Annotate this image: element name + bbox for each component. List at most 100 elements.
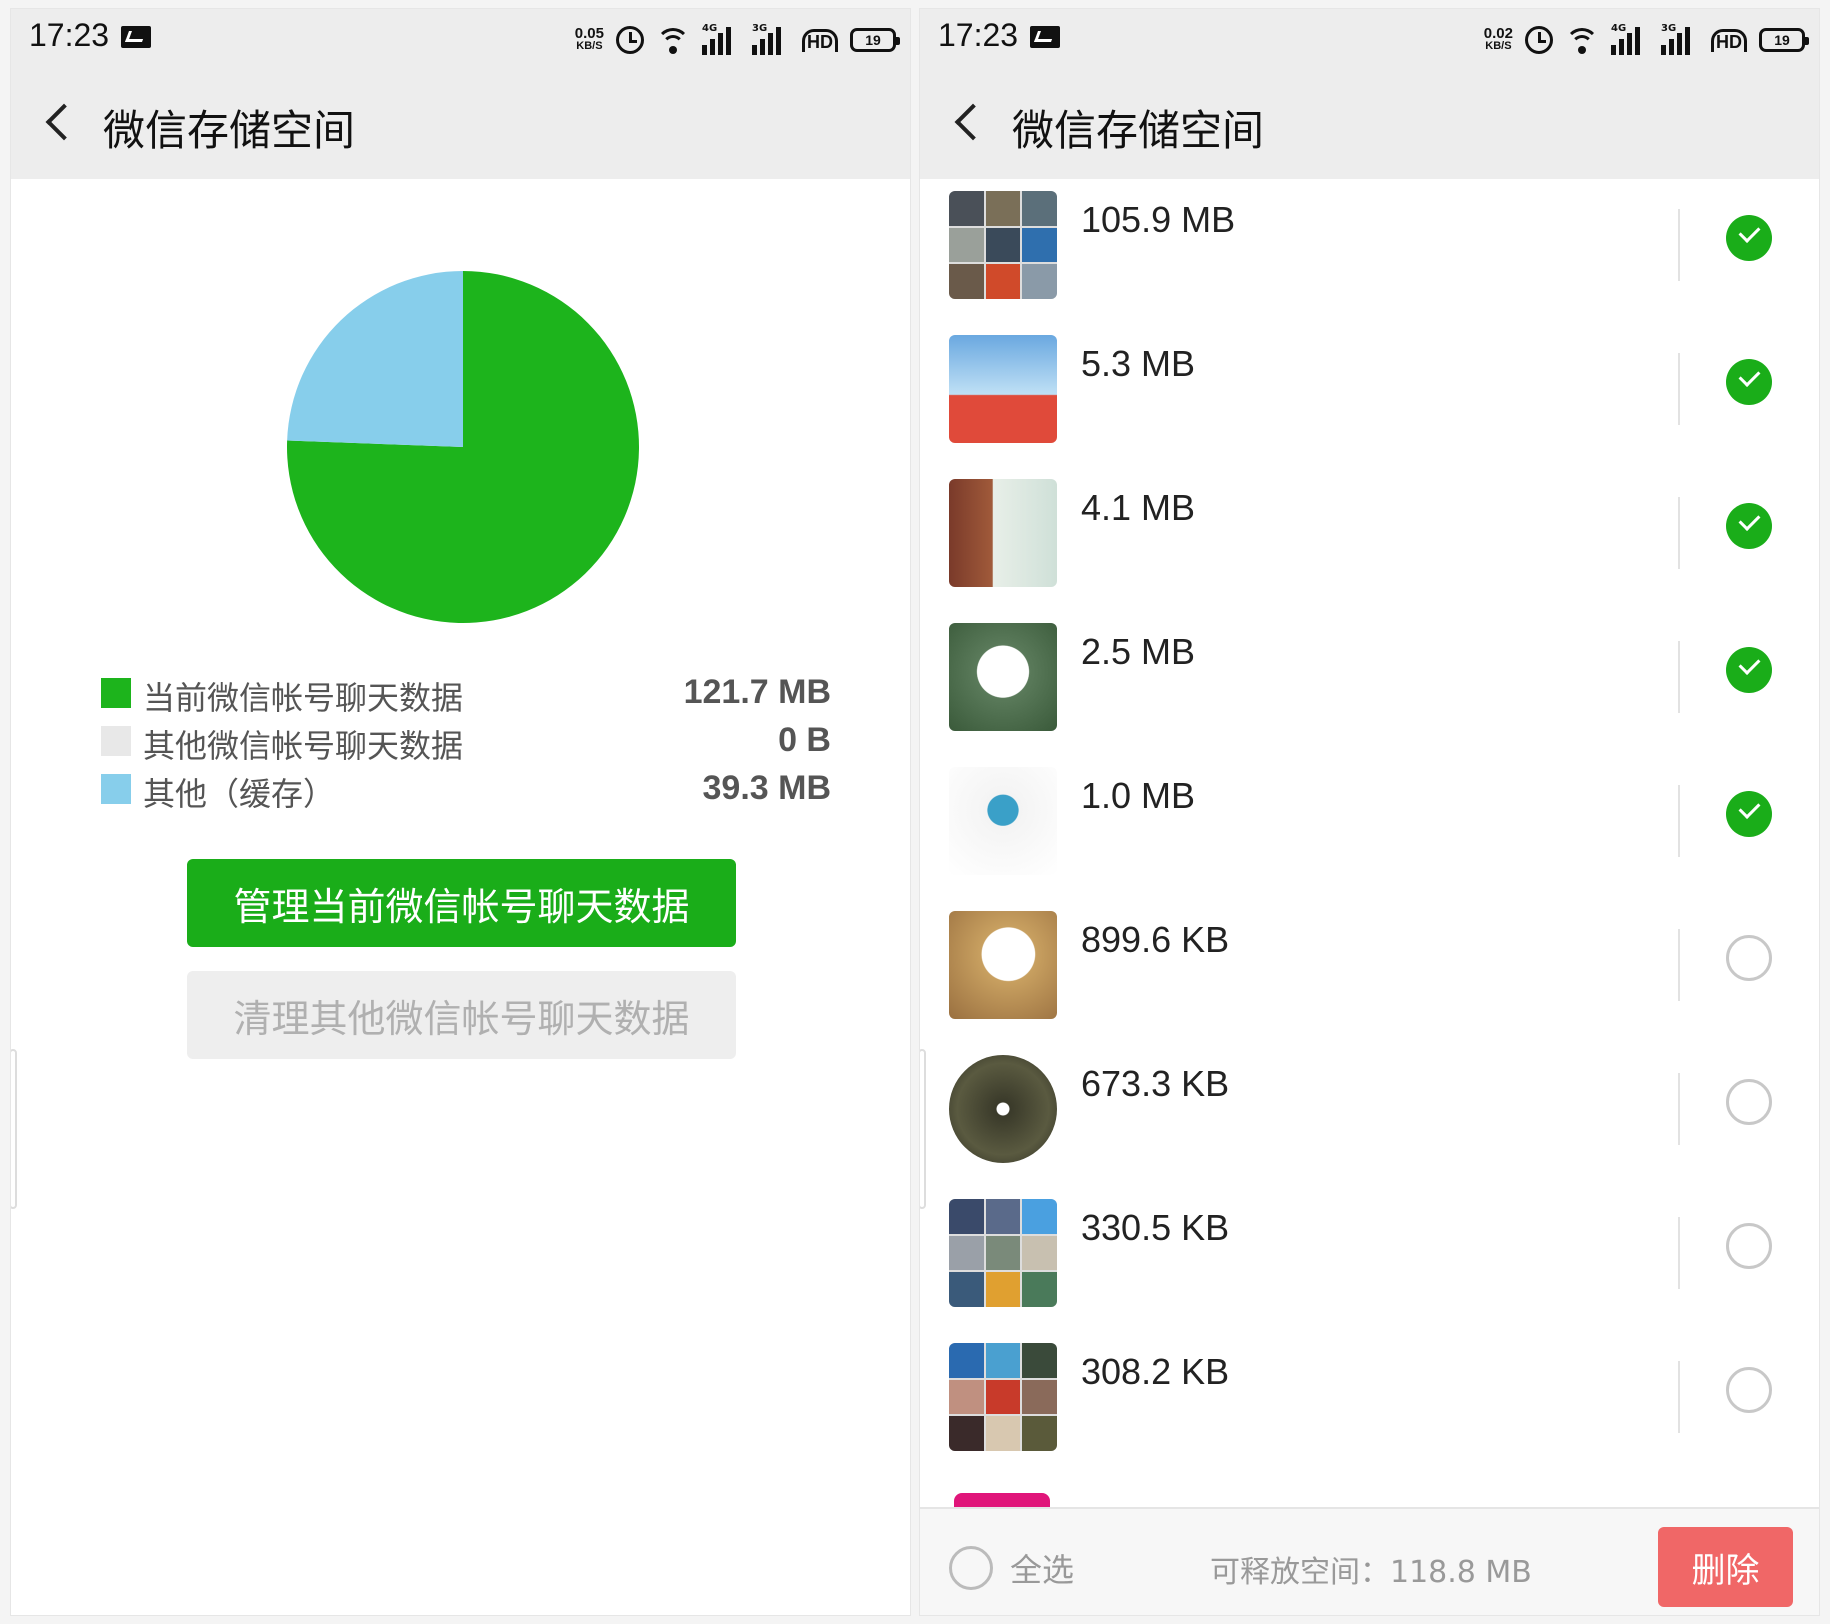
message-notification-icon xyxy=(121,26,151,48)
unchecked-circle-icon[interactable] xyxy=(1726,1079,1772,1125)
legend-swatch xyxy=(101,726,131,756)
contact-avatar xyxy=(949,767,1057,875)
network-speed-value: 0.02 xyxy=(1483,25,1513,42)
bottom-action-bar: 全选 可释放空间：118.8 MB 删除 xyxy=(920,1507,1819,1615)
checked-circle-icon[interactable] xyxy=(1726,791,1772,837)
contact-avatar xyxy=(949,479,1057,587)
back-arrow-icon[interactable] xyxy=(954,103,992,141)
edge-handle xyxy=(11,1049,17,1209)
divider xyxy=(1678,1361,1680,1433)
legend-value: 39.3 MB xyxy=(702,769,832,807)
pie-chart-svg xyxy=(287,271,639,623)
chat-item[interactable]: 2.5 MB xyxy=(920,611,1819,755)
signal-tag: 4G xyxy=(702,23,718,34)
releasable-space-label: 可释放空间：118.8 MB xyxy=(1210,1555,1532,1590)
divider xyxy=(1678,1217,1680,1289)
alarm-clock-icon xyxy=(1525,26,1553,54)
signal-tag: 3G xyxy=(1661,23,1677,34)
group-avatar xyxy=(949,1199,1057,1307)
chat-storage-list: 105.9 MB 5.3 MB 4.1 MB 2.5 MB 1.0 MB 899… xyxy=(920,179,1819,1475)
select-all-label[interactable]: 全选 xyxy=(1010,1545,1074,1591)
legend-label: 当前微信帐号聊天数据 xyxy=(143,679,464,717)
hd-call-icon: HD xyxy=(1711,28,1747,52)
legend-value: 0 B xyxy=(778,721,831,759)
chart-legend: 当前微信帐号聊天数据 121.7 MB 其他微信帐号聊天数据 0 B 其他（缓存… xyxy=(101,669,831,813)
manage-chat-data-button[interactable]: 管理当前微信帐号聊天数据 xyxy=(187,859,736,947)
signal-4g-icon: 4G xyxy=(702,23,740,55)
status-time: 17:23 xyxy=(29,17,110,53)
chat-item[interactable]: 105.9 MB xyxy=(920,179,1819,323)
clean-other-accounts-button: 清理其他微信帐号聊天数据 xyxy=(187,971,736,1059)
edge-handle xyxy=(920,1049,926,1209)
hd-call-icon: HD xyxy=(802,28,838,52)
chat-size: 308.2 KB xyxy=(1081,1351,1230,1392)
page-title: 微信存储空间 xyxy=(1012,106,1265,155)
select-all-checkbox[interactable] xyxy=(949,1546,993,1590)
divider xyxy=(1678,641,1680,713)
signal-4g-icon: 4G xyxy=(1611,23,1649,55)
divider xyxy=(1678,353,1680,425)
legend-swatch xyxy=(101,678,131,708)
chat-size: 105.9 MB xyxy=(1081,199,1236,240)
divider xyxy=(1678,785,1680,857)
contact-avatar xyxy=(949,1055,1057,1163)
divider xyxy=(1678,1073,1680,1145)
group-avatar xyxy=(949,191,1057,299)
manage-chat-data-screen: 17:23 0.02 KB/S 4G 3G HD 19 微信存储空间 105.9… xyxy=(919,8,1820,1616)
signal-3g-icon: 3G xyxy=(1661,23,1699,55)
unchecked-circle-icon[interactable] xyxy=(1726,935,1772,981)
wifi-icon xyxy=(656,26,690,54)
legend-label: 其他微信帐号聊天数据 xyxy=(143,727,464,765)
chat-item[interactable]: 673.3 KB xyxy=(920,1043,1819,1187)
chat-item[interactable]: 308.2 KB xyxy=(920,1331,1819,1475)
legend-row-other-accounts: 其他微信帐号聊天数据 0 B xyxy=(101,717,831,765)
group-avatar xyxy=(949,1343,1057,1451)
status-bar: 17:23 0.02 KB/S 4G 3G HD 19 xyxy=(920,9,1819,71)
chat-item[interactable]: 1.0 MB xyxy=(920,755,1819,899)
unchecked-circle-icon[interactable] xyxy=(1726,1367,1772,1413)
signal-tag: 3G xyxy=(752,23,768,34)
checked-circle-icon[interactable] xyxy=(1726,647,1772,693)
unchecked-circle-icon[interactable] xyxy=(1726,1223,1772,1269)
legend-row-current: 当前微信帐号聊天数据 121.7 MB xyxy=(101,669,831,717)
chat-item[interactable]: 899.6 KB xyxy=(920,899,1819,1043)
back-arrow-icon[interactable] xyxy=(45,103,83,141)
storage-screen: 17:23 0.05 KB/S 4G 3G HD 19 微信存储空间 当前微信帐… xyxy=(10,8,911,1616)
message-notification-icon xyxy=(1030,26,1060,48)
delete-button[interactable]: 删除 xyxy=(1658,1527,1793,1607)
chat-size: 2.5 MB xyxy=(1081,631,1196,672)
legend-label: 其他（缓存） xyxy=(143,775,336,813)
network-speed-unit: KB/S xyxy=(576,40,603,52)
chat-size: 899.6 KB xyxy=(1081,919,1230,960)
contact-avatar xyxy=(949,623,1057,731)
chat-item[interactable]: 4.1 MB xyxy=(920,467,1819,611)
checked-circle-icon[interactable] xyxy=(1726,503,1772,549)
chat-size: 1.0 MB xyxy=(1081,775,1196,816)
network-speed-unit: KB/S xyxy=(1485,40,1512,52)
network-speed-value: 0.05 xyxy=(574,25,604,42)
battery-icon: 19 xyxy=(1759,28,1809,52)
network-speed: 0.02 KB/S xyxy=(1483,25,1513,53)
chat-size: 5.3 MB xyxy=(1081,343,1196,384)
chat-item[interactable]: 330.5 KB xyxy=(920,1187,1819,1331)
chat-size: 4.1 MB xyxy=(1081,487,1196,528)
next-avatar-peek xyxy=(954,1493,1050,1507)
checked-circle-icon[interactable] xyxy=(1726,215,1772,261)
network-speed: 0.05 KB/S xyxy=(574,25,604,53)
storage-pie-chart xyxy=(283,267,643,627)
alarm-clock-icon xyxy=(616,26,644,54)
status-bar: 17:23 0.05 KB/S 4G 3G HD 19 xyxy=(11,9,910,71)
contact-avatar xyxy=(949,911,1057,1019)
pie-slice-2 xyxy=(287,271,463,447)
divider xyxy=(1678,497,1680,569)
status-icons: 0.05 KB/S 4G 3G HD 19 xyxy=(574,21,900,59)
checked-circle-icon[interactable] xyxy=(1726,359,1772,405)
divider xyxy=(1678,209,1680,281)
legend-value: 121.7 MB xyxy=(683,673,831,711)
battery-icon: 19 xyxy=(850,28,900,52)
divider xyxy=(1678,929,1680,1001)
contact-avatar xyxy=(949,335,1057,443)
chat-item[interactable]: 5.3 MB xyxy=(920,323,1819,467)
title-bar: 微信存储空间 xyxy=(11,71,910,179)
wifi-icon xyxy=(1565,26,1599,54)
